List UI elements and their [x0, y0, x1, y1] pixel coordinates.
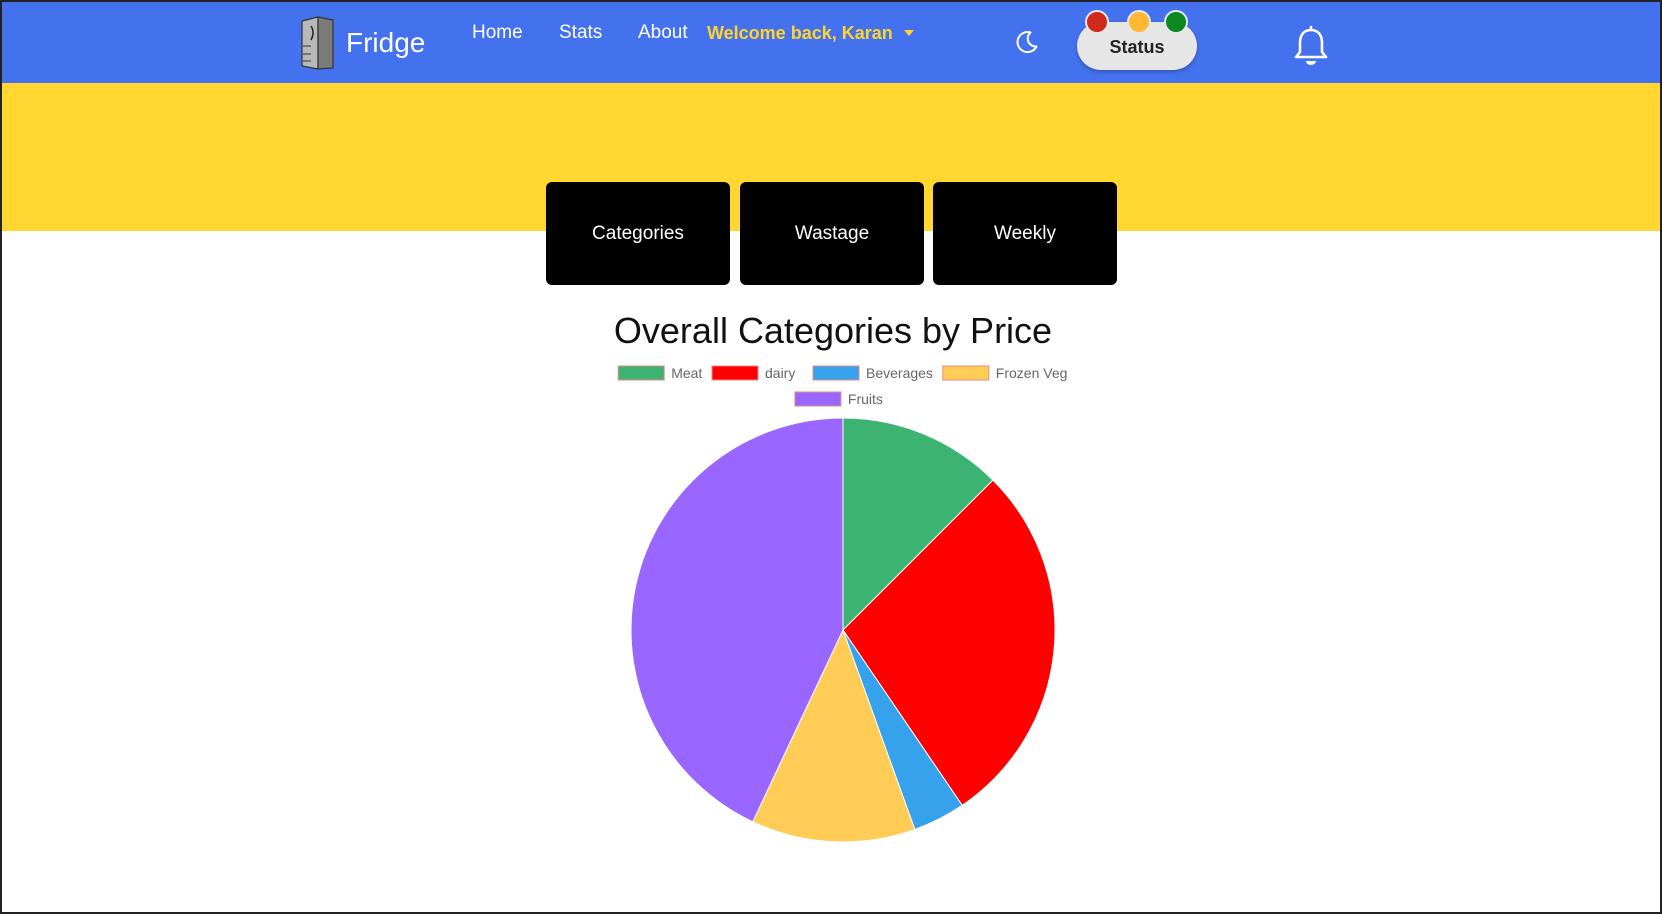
- legend-item-dairy[interactable]: dairy: [711, 365, 795, 381]
- moon-icon[interactable]: [1014, 29, 1040, 55]
- tab-weekly[interactable]: Weekly: [933, 182, 1117, 285]
- brand[interactable]: Fridge: [298, 15, 425, 71]
- brand-name: Fridge: [346, 27, 426, 58]
- legend-item-meat[interactable]: Meat: [617, 365, 702, 381]
- legend-label: Fruits: [848, 391, 883, 407]
- status-light-green: [1164, 10, 1188, 34]
- status-light-red: [1085, 10, 1109, 34]
- legend-label: Frozen Veg: [996, 365, 1068, 381]
- legend-swatch: [617, 365, 665, 381]
- nav-link-stats[interactable]: Stats: [559, 22, 602, 44]
- welcome-text: Welcome back, Karan: [707, 23, 893, 43]
- bell-icon[interactable]: [1291, 25, 1331, 69]
- legend-swatch: [812, 365, 860, 381]
- tab-wastage[interactable]: Wastage: [740, 182, 924, 285]
- status-light-amber: [1127, 10, 1151, 34]
- chart-title: Overall Categories by Price: [613, 310, 1053, 351]
- legend-item-beverages[interactable]: Beverages: [812, 365, 933, 381]
- legend-swatch: [942, 365, 990, 381]
- user-menu-dropdown[interactable]: Welcome back, Karan: [707, 23, 914, 44]
- legend-item-frozen-veg[interactable]: Frozen Veg: [942, 365, 1068, 381]
- tab-categories[interactable]: Categories: [546, 182, 730, 285]
- legend-label: Beverages: [866, 365, 933, 381]
- fridge-icon: [301, 16, 334, 70]
- legend-item-fruits[interactable]: Fruits: [794, 391, 883, 407]
- legend-label: dairy: [765, 365, 795, 381]
- legend-label: Meat: [671, 365, 702, 381]
- legend-swatch: [711, 365, 759, 381]
- nav-link-about[interactable]: About: [638, 22, 688, 44]
- top-navbar: Fridge Home Stats About Welcome back, Ka…: [2, 2, 1660, 83]
- nav-link-home[interactable]: Home: [472, 22, 523, 44]
- legend-swatch: [794, 391, 842, 407]
- status-label: Status: [1109, 37, 1165, 57]
- caret-down-icon: [903, 29, 914, 36]
